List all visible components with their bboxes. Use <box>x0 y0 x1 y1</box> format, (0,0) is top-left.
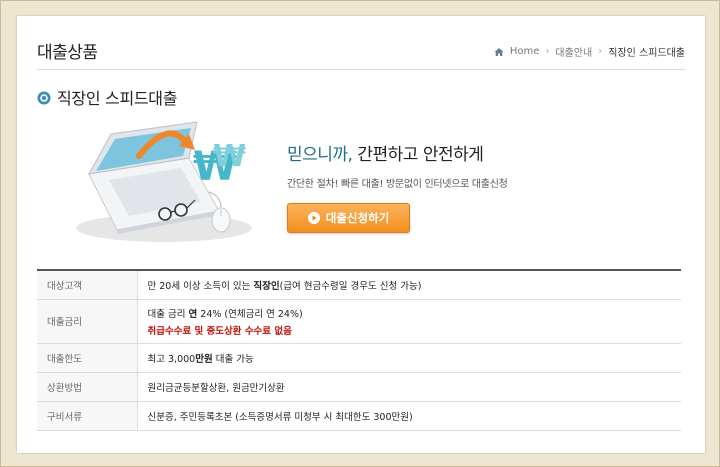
fee-notice: 취급수수료 및 중도상환 수수료 없음 <box>147 325 292 337</box>
row-value-text: 24% (연체금리 연 24%) <box>197 308 303 320</box>
rate-line: 대출 금리 연 24% (연체금리 연 24%) <box>148 306 672 320</box>
table-row: 대상고객 만 20세 이상 소득이 있는 직장인(급여 현금수령일 경우도 신청… <box>37 270 681 300</box>
breadcrumb: Home › 대출안내 › 직장인 스피드대출 <box>494 44 685 59</box>
section-title: 직장인 스피드대출 <box>37 85 177 109</box>
row-value-text: 원리금균등분할상환, 원금만기상환 <box>147 382 285 394</box>
home-icon[interactable] <box>494 47 504 57</box>
row-value: 신분증, 주민등록초본 (소득증명서류 미청부 시 최대한도 300만원) <box>137 401 681 431</box>
promo-subtext: 간단한 절차! 빠른 대출! 방문없이 인터넷으로 대출신청 <box>287 179 508 190</box>
promo-headline-rest: 간편하고 안전하게 <box>352 145 484 165</box>
row-value-bold: 연 <box>188 308 198 320</box>
row-value-bold: 만원 <box>195 353 213 365</box>
row-value-bold: 직장인 <box>253 280 280 292</box>
row-value: 최고 3,000만원 대출 가능 <box>137 343 681 373</box>
page-header: 대출상품 Home › 대출안내 › 직장인 스피드대출 <box>37 36 685 70</box>
chevron-right-icon: › <box>545 46 550 57</box>
row-value: 만 20세 이상 소득이 있는 직장인(급여 현금수령일 경우도 신청 가능) <box>137 270 681 300</box>
table-row: 구비서류 신분증, 주민등록초본 (소득증명서류 미청부 시 최대한도 300만… <box>37 401 681 431</box>
row-value-text: 신분증, 주민등록초본 (소득증명서류 미청부 시 최대한도 300만원) <box>147 411 413 423</box>
row-value: 대출 금리 연 24% (연체금리 연 24%) 취급수수료 및 중도상환 수수… <box>137 299 681 344</box>
breadcrumb-current: 직장인 스피드대출 <box>608 48 685 59</box>
row-value-text: 만 20세 이상 소득이 있는 <box>147 280 254 292</box>
row-value-text: 최고 3,000 <box>147 353 196 365</box>
play-icon <box>307 212 320 224</box>
promo-headline-accent: 믿으니까, <box>287 145 353 165</box>
row-value: 원리금균등분할상환, 원금만기상환 <box>137 372 681 402</box>
breadcrumb-loan-guide[interactable]: 대출안내 <box>555 44 592 59</box>
promo-text: 믿으니까, 간편하고 안전하게 간단한 절차! 빠른 대출! 방문없이 인터넷으… <box>287 140 508 190</box>
table-row: 대출금리 대출 금리 연 24% (연체금리 연 24%) 취급수수료 및 중도… <box>37 299 681 344</box>
row-label: 구비서류 <box>37 401 138 431</box>
content-panel: 대출상품 Home › 대출안내 › 직장인 스피드대출 직장인 스피드대출 ₩… <box>17 16 705 453</box>
bullet-icon <box>37 90 51 105</box>
apply-loan-button-label: 대출신청하기 <box>325 211 390 225</box>
promo-headline: 믿으니까, 간편하고 안전하게 <box>287 140 508 165</box>
laptop-money-illustration: ₩ ₩ <box>69 116 259 246</box>
outer-frame: 대출상품 Home › 대출안내 › 직장인 스피드대출 직장인 스피드대출 ₩… <box>0 0 720 467</box>
row-label: 대상고객 <box>37 270 138 300</box>
loan-info-table: 대상고객 만 20세 이상 소득이 있는 직장인(급여 현금수령일 경우도 신청… <box>37 269 681 431</box>
row-label: 대출금리 <box>37 299 138 344</box>
row-label: 상환방법 <box>37 372 138 402</box>
table-row: 상환방법 원리금균등분할상환, 원금만기상환 <box>37 372 681 402</box>
chevron-right-icon: › <box>598 46 603 57</box>
row-label: 대출한도 <box>37 343 138 373</box>
breadcrumb-home[interactable]: Home <box>510 46 540 57</box>
apply-loan-button[interactable]: 대출신청하기 <box>287 203 410 233</box>
table-row: 대출한도 최고 3,000만원 대출 가능 <box>37 343 681 373</box>
svg-text:₩: ₩ <box>213 139 246 174</box>
row-value-text: (급여 현금수령일 경우도 신청 가능) <box>279 280 422 292</box>
page-title: 대출상품 <box>37 43 98 63</box>
row-value-text: 대출 가능 <box>212 353 254 365</box>
section-title-text: 직장인 스피드대출 <box>57 89 178 108</box>
row-value-text: 대출 금리 <box>147 308 189 320</box>
